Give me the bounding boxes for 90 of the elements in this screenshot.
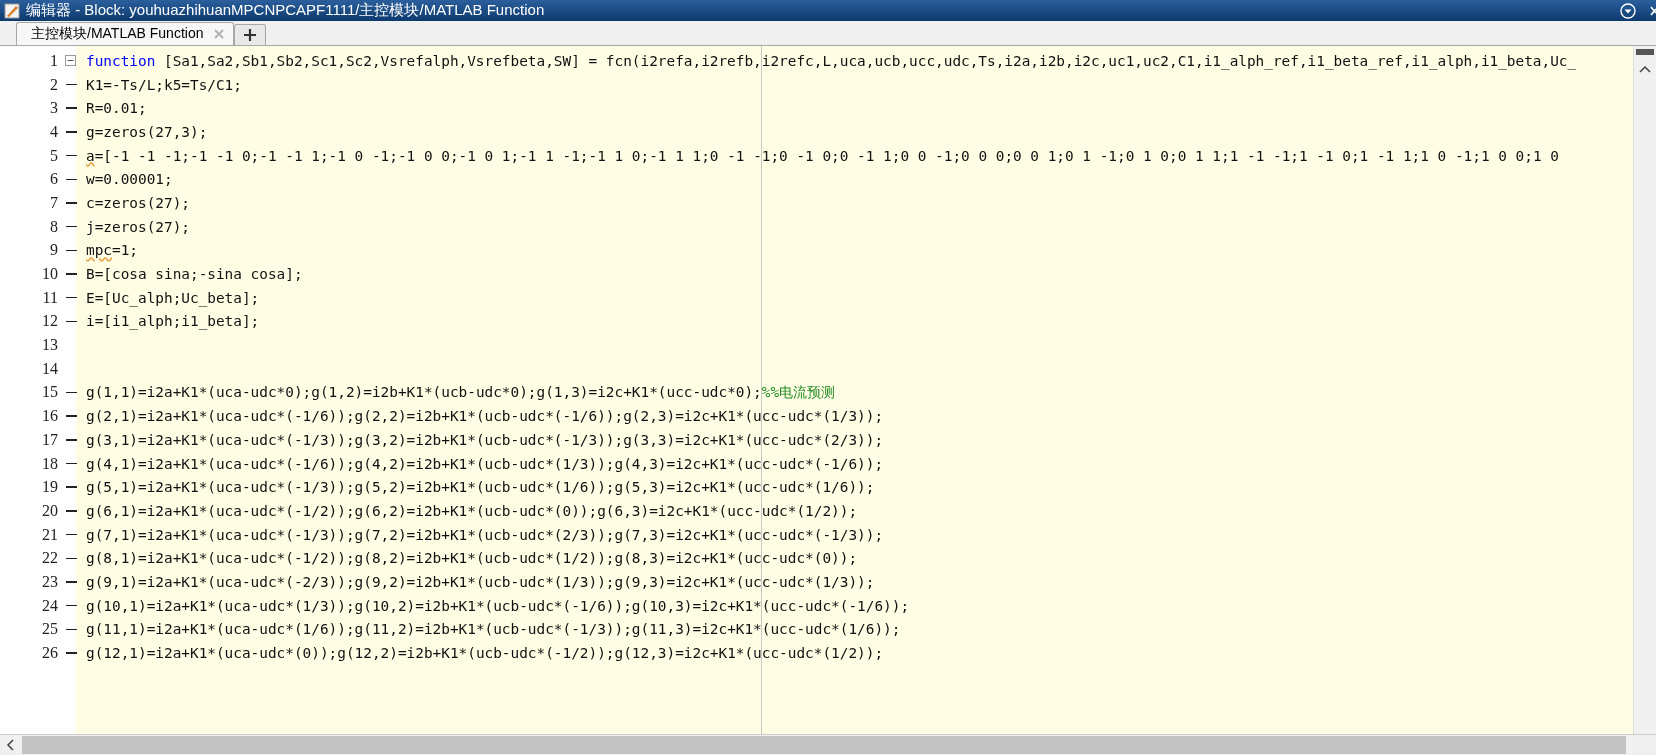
- warning-text: mpc: [86, 242, 112, 259]
- line-number: 17: [41, 430, 58, 449]
- fold-icon[interactable]: [64, 55, 76, 67]
- code-text: w=0.00001;: [86, 171, 173, 188]
- line-number: 22: [41, 549, 58, 568]
- code-text: E=[Uc_alph;Uc_beta];: [86, 289, 260, 306]
- warning-text: a: [86, 147, 95, 164]
- line-number: 15: [41, 383, 58, 402]
- breakpoint-dash[interactable]: [65, 439, 77, 441]
- code-text: g(1,1)=i2a+K1*(uca-udc*0);g(1,2)=i2b+K1*(ucb-udc*0);g(1,3)=i2c+K1*(ucc-udc*0);: [86, 383, 762, 400]
- breakpoint-dash[interactable]: [65, 581, 77, 583]
- code-text: j=zeros(27);: [86, 218, 190, 235]
- window-title: 编辑器 - Block: youhuazhihuanMPCNPCAPF1111/主控模块/MATLAB Function: [26, 1, 545, 20]
- vertical-scrollbar[interactable]: [1633, 46, 1656, 734]
- code-text: g(8,1)=i2a+K1*(uca-udc*(-1/2));g(8,2)=i2b+K1*(ucb-udc*(1/2));g(8,3)=i2c+K1*(ucc-udc*(0));: [86, 550, 858, 567]
- code-text: =[-1 -1 -1;-1 -1 0;-1 -1 1;-1 0 -1;-1 0 0;-1 0 1;-1 1 -1;-1 1 0;-1 1 1;0 -1 -1;0 -1 0;0 -1 1;0 0 -1;0 0 0;0 0 1;0 1 -1;0 1 0;0 1 1;1 -1 -1;1 -1 0;1 -1 1;1 0 -1;1 0 0;1 0: [94, 147, 1559, 164]
- breakpoint-dash[interactable]: [65, 202, 77, 204]
- breakpoint-dash[interactable]: [65, 391, 77, 394]
- line-number: 26: [41, 644, 58, 663]
- code-text: g(2,1)=i2a+K1*(uca-udc*(-1/6));g(2,2)=i2b+K1*(ucb-udc*(-1/6));g(2,3)=i2c+K1*(ucc-udc*(1/3));: [86, 408, 884, 425]
- line-number: 25: [41, 620, 58, 639]
- editor-tab[interactable]: 主控模块/MATLAB Function: [16, 22, 235, 45]
- line-number: 2: [49, 75, 58, 94]
- line-number: 10: [41, 265, 58, 284]
- breakpoint-dash[interactable]: [65, 273, 77, 275]
- line-number: 12: [41, 312, 58, 331]
- code-text: i=[i1_alph;i1_beta];: [86, 313, 260, 330]
- line-number: 20: [41, 501, 58, 520]
- code-text: K1=-Ts/L;k5=Ts/C1;: [86, 76, 242, 93]
- line-number: 5: [49, 146, 58, 165]
- code-text: g=zeros(27,3);: [86, 123, 208, 140]
- line-number: 16: [41, 407, 58, 426]
- scroll-thumb[interactable]: [1636, 49, 1654, 55]
- breakpoint-dash[interactable]: [65, 510, 77, 512]
- code-text: g(11,1)=i2a+K1*(uca-udc*(1/6));g(11,2)=i2b+K1*(ucb-udc*(-1/3));g(11,3)=i2c+K1*(ucc-udc*(1/6));: [86, 621, 901, 638]
- line-number: 4: [49, 122, 58, 141]
- breakpoint-dash[interactable]: [65, 154, 77, 157]
- dropdown-icon[interactable]: [1620, 2, 1636, 19]
- line-number: 18: [41, 454, 58, 473]
- code-text: =1;: [112, 242, 138, 259]
- code-text: g(7,1)=i2a+K1*(uca-udc*(-1/3));g(7,2)=i2b+K1*(ucb-udc*(2/3));g(7,3)=i2c+K1*(ucc-udc*(-1/3));: [86, 526, 884, 543]
- breakpoint-dash[interactable]: [65, 415, 77, 417]
- scroll-up-icon[interactable]: [1639, 65, 1651, 73]
- line-number: 19: [41, 478, 58, 497]
- code-text: R=0.01;: [86, 100, 147, 117]
- code-text: [Sa1,Sa2,Sb1,Sb2,Sc1,Sc2,Vsrefalph,Vsrefbeta,SW] = fcn(i2refa,i2refb,i2refc,L,uca,ucb,ucc,udc,Ts,i2a,i2b,i2c,uc1,uc2,C1,i1_alph_ref,i1_beta_ref,i1_alph,i1_beta,Uc_: [163, 52, 1577, 69]
- tab-label: 主控模块/MATLAB Function: [31, 25, 204, 43]
- code-text: g(12,1)=i2a+K1*(uca-udc*(0));g(12,2)=i2b+K1*(ucb-udc*(-1/2));g(12,3)=i2c+K1*(ucc-udc*(1/2));: [86, 645, 884, 662]
- line-number: 24: [41, 596, 58, 615]
- code-text: g(10,1)=i2a+K1*(uca-udc*(1/3));g(10,2)=i2b+K1*(ucb-udc*(-1/6));g(10,3)=i2c+K1*(ucc-udc*(-1/6));: [86, 597, 910, 614]
- breakpoint-dash[interactable]: [65, 83, 77, 86]
- code-text: B=[cosa sina;-sina cosa];: [86, 266, 303, 283]
- breakpoint-dash[interactable]: [65, 462, 77, 465]
- breakpoint-dash[interactable]: [65, 557, 77, 560]
- code-text: g(5,1)=i2a+K1*(uca-udc*(-1/3));g(5,2)=i2b+K1*(ucb-udc*(1/6));g(5,3)=i2c+K1*(ucc-udc*(1/6));: [86, 479, 875, 496]
- line-number: 13: [41, 336, 58, 355]
- new-tab-button[interactable]: [234, 24, 267, 45]
- breakpoint-dash[interactable]: [65, 178, 77, 181]
- breakpoint-dash[interactable]: [65, 249, 77, 252]
- breakpoint-dash[interactable]: [65, 628, 77, 631]
- breakpoint-dash[interactable]: [65, 486, 77, 488]
- editor-icon: [4, 2, 20, 19]
- breakpoint-dash[interactable]: [65, 652, 77, 654]
- line-number: 23: [41, 572, 58, 591]
- breakpoint-dash[interactable]: [65, 131, 77, 133]
- horizontal-scrollbar[interactable]: [0, 734, 1656, 755]
- line-number: 3: [49, 99, 58, 118]
- line-number: 11: [41, 288, 58, 307]
- plus-icon: [243, 28, 258, 42]
- code-text: g(6,1)=i2a+K1*(uca-udc*(-1/2));g(6,2)=i2b+K1*(ucb-udc*(0));g(6,3)=i2c+K1*(ucc-udc*(1/2));: [86, 502, 858, 519]
- breakpoint-dash[interactable]: [65, 604, 77, 607]
- breakpoint-dash[interactable]: [65, 533, 77, 536]
- code-text: c=zeros(27);: [86, 194, 190, 211]
- line-number: 1: [49, 51, 58, 70]
- line-number: 6: [49, 170, 58, 189]
- line-number: 14: [41, 359, 58, 378]
- breakpoint-dash[interactable]: [65, 225, 77, 228]
- scroll-left-icon[interactable]: [6, 739, 14, 751]
- code-comment: %%电流预测: [761, 383, 836, 400]
- breakpoint-dash[interactable]: [65, 320, 77, 323]
- breakpoint-dash[interactable]: [65, 107, 77, 109]
- line-number: 21: [41, 525, 58, 544]
- code-text: g(4,1)=i2a+K1*(uca-udc*(-1/6));g(4,2)=i2b+K1*(ucb-udc*(1/3));g(4,3)=i2c+K1*(ucc-udc*(-1/6));: [86, 455, 884, 472]
- line-number: 9: [49, 241, 58, 260]
- breakpoint-dash[interactable]: [65, 296, 77, 299]
- line-number: 8: [49, 217, 58, 236]
- keyword-text: function: [86, 52, 156, 69]
- code-text: g(9,1)=i2a+K1*(uca-udc*(-2/3));g(9,2)=i2b+K1*(ucb-udc*(1/3));g(9,3)=i2c+K1*(ucc-udc*(1/3));: [86, 573, 875, 590]
- code-text: g(3,1)=i2a+K1*(uca-udc*(-1/3));g(3,2)=i2b+K1*(ucb-udc*(-1/3));g(3,3)=i2c+K1*(ucc-udc*(2/3));: [86, 431, 884, 448]
- line-number: 7: [49, 193, 58, 212]
